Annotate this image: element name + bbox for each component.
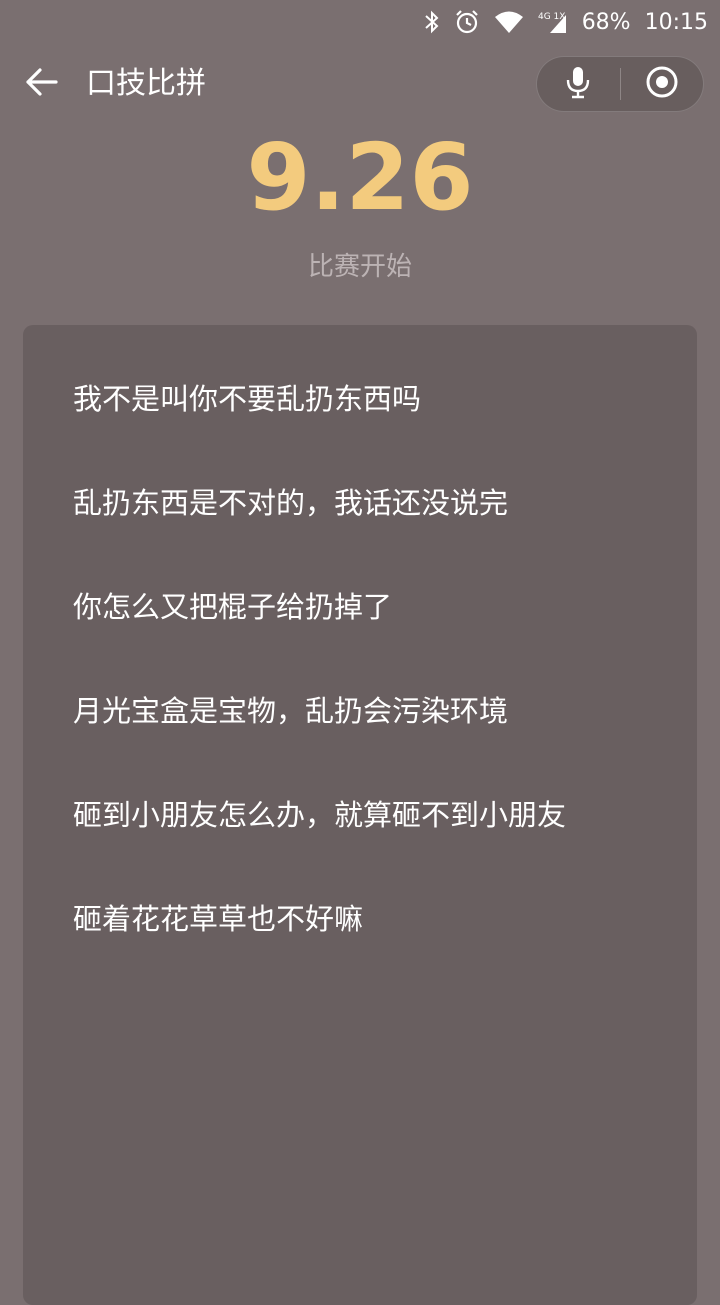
lyric-line: 砸着花花草草也不好嘛 (73, 902, 364, 936)
cellular-signal-icon: 4G 1X (538, 9, 568, 35)
title-bar: 口技比拼 (0, 56, 720, 112)
voice-button[interactable] (537, 57, 620, 111)
alarm-icon (454, 9, 480, 35)
bluetooth-icon (424, 10, 440, 34)
wifi-icon (494, 10, 524, 34)
battery-percentage: 68% (581, 9, 631, 35)
score-value: 9.26 (246, 124, 474, 231)
lyric-line: 砸到小朋友怎么办，就算砸不到小朋友 (73, 798, 567, 832)
match-status: 比赛开始 (307, 252, 412, 282)
lyric-line: 我不是叫你不要乱扔东西吗 (73, 382, 422, 416)
mini-program-capsule (536, 56, 704, 112)
back-button[interactable] (22, 64, 62, 104)
arrow-left-icon (25, 67, 59, 101)
lyrics-card: 我不是叫你不要乱扔东西吗 乱扔东西是不对的，我话还没说完 你怎么又把棍子给扔掉了… (23, 325, 697, 1305)
page-title: 口技比拼 (86, 66, 206, 101)
close-mini-program-button[interactable] (621, 57, 704, 111)
clock-time: 10:15 (644, 9, 708, 35)
lyric-line: 乱扔东西是不对的，我话还没说完 (73, 486, 509, 520)
lyric-line: 你怎么又把棍子给扔掉了 (73, 590, 393, 624)
microphone-icon (565, 65, 591, 103)
target-circle-icon (645, 65, 679, 103)
lyric-line: 月光宝盒是宝物，乱扔会污染环境 (73, 694, 509, 728)
status-bar: 4G 1X 68% 10:15 (0, 0, 720, 44)
